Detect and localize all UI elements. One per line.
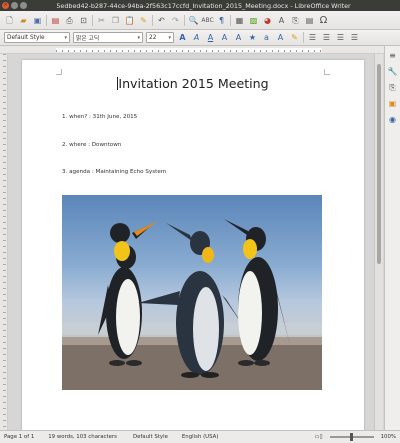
vertical-ruler[interactable] xyxy=(0,54,8,430)
close-window-button[interactable]: × xyxy=(2,2,9,9)
insert-textbox-icon[interactable]: A xyxy=(276,15,287,26)
chevron-down-icon: ▾ xyxy=(137,34,140,41)
agenda-item-agenda[interactable]: 3. agenda : Maintaining Echo System xyxy=(62,169,166,175)
paste-icon[interactable]: 📋 xyxy=(124,15,135,26)
align-right-icon[interactable]: ☰ xyxy=(335,32,346,43)
document-page[interactable]: Invitation 2015 Meeting 1. when? : 31th … xyxy=(22,60,364,430)
insert-field-icon[interactable]: ▤ xyxy=(304,15,315,26)
sidebar-menu-icon[interactable]: ≡ xyxy=(387,50,398,61)
bold-icon[interactable]: A xyxy=(177,32,188,43)
scrollbar-thumb[interactable] xyxy=(377,64,381,264)
insert-image-icon[interactable]: ▨ xyxy=(248,15,259,26)
toolbar-separator xyxy=(184,14,185,26)
toolbar-separator xyxy=(46,14,47,26)
document-title[interactable]: Invitation 2015 Meeting xyxy=(22,76,364,91)
cut-icon[interactable]: ✂ xyxy=(96,15,107,26)
zoom-level[interactable]: 100% xyxy=(377,434,400,440)
penguins-image[interactable] xyxy=(62,195,322,390)
gallery-icon[interactable]: ▣ xyxy=(387,98,398,109)
italic-icon[interactable]: A xyxy=(191,32,202,43)
find-replace-icon[interactable]: 🔍 xyxy=(188,15,199,26)
standard-toolbar: 🗋 ▰ ▣ ▤ ⎙ ⊡ ✂ ❐ 📋 ✎ ↶ ↷ 🔍 ABC ¶ ▦ ▨ ◕ A … xyxy=(0,11,400,30)
export-pdf-icon[interactable]: ▤ xyxy=(50,15,61,26)
ruler-track xyxy=(56,48,322,52)
insert-table-icon[interactable]: ▦ xyxy=(234,15,245,26)
agenda-item-when[interactable]: 1. when? : 31th June, 2015 xyxy=(62,114,137,120)
spelling-icon[interactable]: ABC xyxy=(201,15,213,26)
font-name-value: 맑은 고딕 xyxy=(76,36,100,42)
language[interactable]: English (USA) xyxy=(178,434,223,440)
window-controls: × xyxy=(2,2,27,9)
font-size-value: 22 xyxy=(149,34,157,41)
toolbar-separator xyxy=(92,14,93,26)
styles-icon[interactable]: ⎘ xyxy=(387,82,398,93)
justify-icon[interactable]: ☰ xyxy=(349,32,360,43)
undo-icon[interactable]: ↶ xyxy=(156,15,167,26)
properties-icon[interactable]: 🔧 xyxy=(387,66,398,77)
copy-icon[interactable]: ❐ xyxy=(110,15,121,26)
font-name-select[interactable]: 맑은 고딕 ▾ xyxy=(73,32,143,43)
underline-icon[interactable]: A xyxy=(205,32,216,43)
margin-corner-mark xyxy=(56,69,62,75)
margin-corner-mark xyxy=(324,69,330,75)
maximize-window-button[interactable] xyxy=(20,2,27,9)
toolbar-separator xyxy=(230,14,231,26)
formatting-marks-icon[interactable]: ¶ xyxy=(216,15,227,26)
shadow-icon[interactable]: A xyxy=(219,32,230,43)
paragraph-style-select[interactable]: Default Style ▾ xyxy=(4,32,70,43)
redo-icon[interactable]: ↷ xyxy=(170,15,181,26)
save-icon[interactable]: ▣ xyxy=(32,15,43,26)
align-center-icon[interactable]: ☰ xyxy=(321,32,332,43)
align-left-icon[interactable]: ☰ xyxy=(307,32,318,43)
agenda-item-where[interactable]: 2. where : Downtown xyxy=(62,142,121,148)
document-title-text: Invitation 2015 Meeting xyxy=(118,76,269,91)
document-area[interactable]: Invitation 2015 Meeting 1. when? : 31th … xyxy=(9,54,374,430)
print-preview-icon[interactable]: ⊡ xyxy=(78,15,89,26)
clone-formatting-icon[interactable]: ✎ xyxy=(138,15,149,26)
horizontal-ruler[interactable] xyxy=(0,46,384,54)
status-bar: Page 1 of 1 19 words, 103 characters Def… xyxy=(0,430,400,443)
chevron-down-icon: ▾ xyxy=(168,34,171,41)
word-count[interactable]: 19 words, 103 characters xyxy=(44,434,121,440)
formatting-toolbar: Default Style ▾ 맑은 고딕 ▾ 22 ▾ A A A A A ★… xyxy=(0,30,400,46)
print-icon[interactable]: ⎙ xyxy=(64,15,75,26)
penguins-illustration xyxy=(62,219,322,390)
paragraph-style-value: Default Style xyxy=(7,34,45,41)
chevron-down-icon: ▾ xyxy=(64,34,67,41)
zoom-slider-knob[interactable] xyxy=(350,433,354,441)
font-size-select[interactable]: 22 ▾ xyxy=(146,32,174,43)
window-title: 5edbed42-b287-44ce-94ba-2f563c17ccfd_Inv… xyxy=(56,1,351,10)
page-style[interactable]: Default Style xyxy=(129,434,172,440)
toolbar-separator xyxy=(152,14,153,26)
minimize-window-button[interactable] xyxy=(11,2,18,9)
open-folder-icon[interactable]: ▰ xyxy=(18,15,29,26)
zoom-slider[interactable] xyxy=(329,433,374,441)
subscript-icon[interactable]: a xyxy=(261,32,272,43)
highlight-icon[interactable]: ✎ xyxy=(289,32,300,43)
new-document-icon[interactable]: 🗋 xyxy=(4,15,15,26)
sidebar-deck: ≡ 🔧 ⎘ ▣ ◉ xyxy=(384,46,400,430)
view-layout-icon[interactable]: ▭▯ xyxy=(311,434,327,440)
window-titlebar: × 5edbed42-b287-44ce-94ba-2f563c17ccfd_I… xyxy=(0,0,400,11)
insert-special-character-icon[interactable]: Ω xyxy=(318,15,329,26)
navigator-icon[interactable]: ◉ xyxy=(387,114,398,125)
insert-page-break-icon[interactable]: ⎘ xyxy=(290,15,301,26)
vertical-scrollbar[interactable] xyxy=(374,54,383,430)
superscript-icon[interactable]: ★ xyxy=(247,32,258,43)
font-color-icon[interactable]: A xyxy=(275,32,286,43)
toolbar-separator xyxy=(303,32,304,43)
page-count[interactable]: Page 1 of 1 xyxy=(0,434,38,440)
outline-icon[interactable]: A xyxy=(233,32,244,43)
insert-chart-icon[interactable]: ◕ xyxy=(262,15,273,26)
